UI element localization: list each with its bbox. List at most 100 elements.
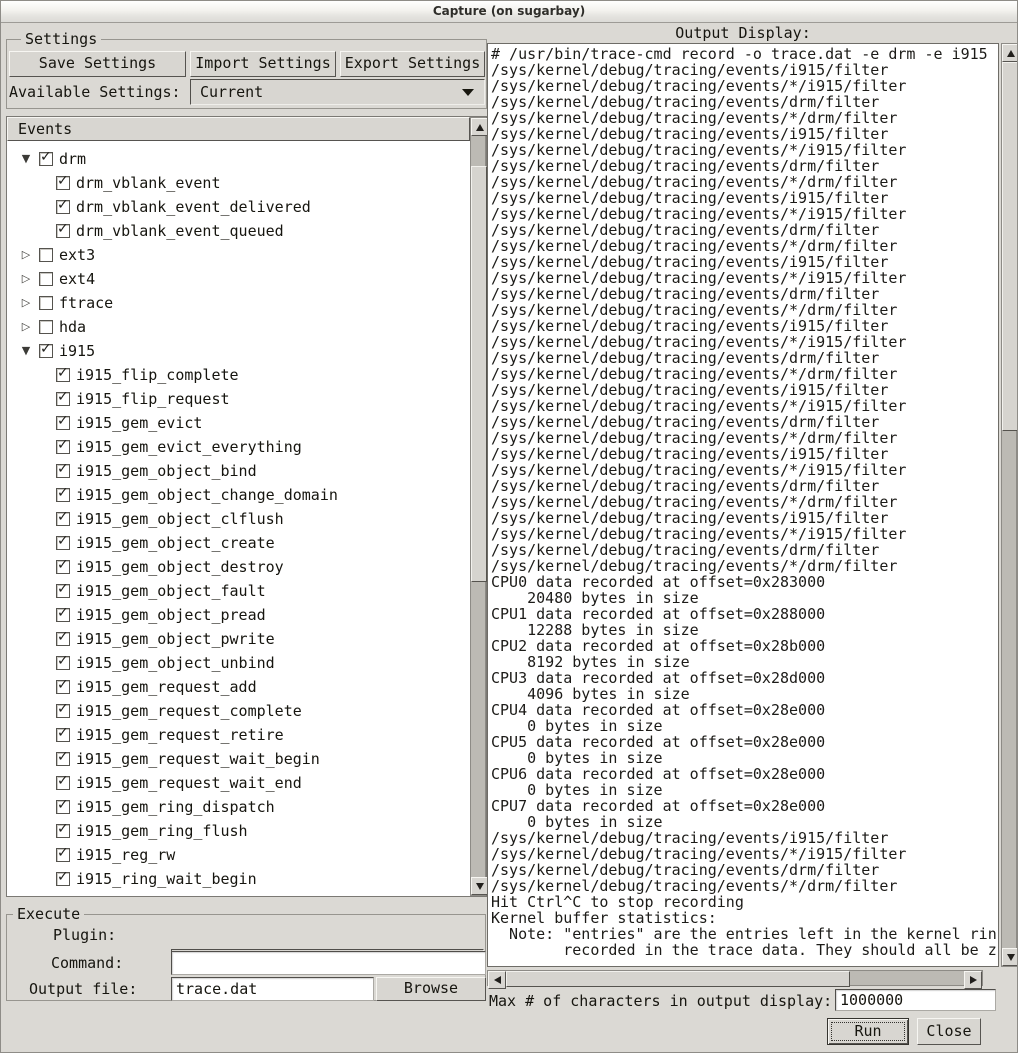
event-checkbox[interactable] [39,296,53,310]
check-icon: ✓ [57,846,69,860]
event-checkbox[interactable]: ✓ [56,464,70,478]
tree-row[interactable]: ✓i915_gem_request_add [7,675,470,699]
tree-row[interactable]: ✓i915_reg_rw [7,843,470,867]
tree-row[interactable]: ▷ext3 [7,243,470,267]
tree-row[interactable]: ✓i915_gem_request_wait_begin [7,747,470,771]
expander-closed-icon[interactable]: ▷ [19,248,33,262]
output-hscrollbar-thumb[interactable] [506,971,850,987]
event-checkbox[interactable]: ✓ [56,728,70,742]
events-column-header[interactable]: Events [7,117,470,141]
run-button[interactable]: Run [827,1018,909,1045]
close-button[interactable]: Close [917,1018,981,1045]
event-checkbox[interactable]: ✓ [56,440,70,454]
event-checkbox[interactable]: ✓ [56,776,70,790]
max-chars-input[interactable] [835,989,996,1011]
expander-closed-icon[interactable]: ▷ [19,320,33,334]
tree-row[interactable]: ✓i915_gem_object_bind [7,459,470,483]
event-checkbox[interactable]: ✓ [56,656,70,670]
event-checkbox[interactable] [39,248,53,262]
expander-open-icon[interactable]: ▼ [19,152,33,166]
tree-row[interactable]: ✓i915_flip_request [7,387,470,411]
event-checkbox[interactable]: ✓ [56,752,70,766]
event-checkbox[interactable]: ✓ [56,608,70,622]
output-vertical-scrollbar[interactable] [1001,43,1017,967]
event-checkbox[interactable]: ✓ [56,824,70,838]
tree-row[interactable]: ✓i915_gem_object_pwrite [7,627,470,651]
output-display[interactable]: # /usr/bin/trace-cmd record -o trace.dat… [487,43,999,967]
save-settings-button[interactable]: Save Settings [9,51,186,77]
event-checkbox[interactable]: ✓ [56,632,70,646]
events-vertical-scrollbar[interactable] [470,117,486,896]
event-checkbox[interactable]: ✓ [56,800,70,814]
tree-row[interactable]: ✓i915_ring_wait_begin [7,867,470,891]
tree-row[interactable]: ✓i915_gem_evict_everything [7,435,470,459]
event-checkbox[interactable]: ✓ [56,848,70,862]
tree-row[interactable]: ✓i915_gem_object_unbind [7,651,470,675]
event-checkbox[interactable]: ✓ [39,152,53,166]
tree-row[interactable]: ✓i915_gem_request_wait_end [7,771,470,795]
tree-row[interactable]: ▷hda [7,315,470,339]
command-input[interactable] [171,951,486,975]
check-icon: ✓ [57,702,69,716]
event-checkbox[interactable]: ✓ [56,392,70,406]
expander-closed-icon[interactable]: ▷ [19,296,33,310]
scroll-down-button[interactable] [1002,948,1018,966]
tree-row[interactable]: ✓i915_gem_object_destroy [7,555,470,579]
event-checkbox[interactable]: ✓ [56,584,70,598]
export-settings-button[interactable]: Export Settings [340,51,485,77]
title-bar[interactable]: Capture (on sugarbay) [1,1,1017,23]
event-checkbox[interactable]: ✓ [56,560,70,574]
event-checkbox[interactable]: ✓ [56,872,70,886]
output-vscrollbar-track[interactable] [1002,62,1016,948]
tree-row[interactable]: ✓i915_gem_object_create [7,531,470,555]
scroll-left-button[interactable] [488,971,506,989]
event-checkbox[interactable]: ✓ [56,224,70,238]
tree-row[interactable]: ✓i915_gem_object_fault [7,579,470,603]
event-checkbox[interactable]: ✓ [56,368,70,382]
event-checkbox[interactable]: ✓ [56,512,70,526]
event-label: i915_gem_ring_flush [76,822,248,840]
expander-closed-icon[interactable]: ▷ [19,272,33,286]
tree-row[interactable]: ▷ext4 [7,267,470,291]
output-vscrollbar-thumb[interactable] [1002,62,1018,431]
available-settings-combobox[interactable]: Current [190,79,485,105]
tree-row[interactable]: ✓i915_flip_complete [7,363,470,387]
event-checkbox[interactable] [39,272,53,286]
tree-row[interactable]: ✓i915_gem_request_complete [7,699,470,723]
import-settings-button[interactable]: Import Settings [190,51,336,77]
tree-row[interactable]: ✓i915_gem_object_pread [7,603,470,627]
event-checkbox[interactable]: ✓ [56,416,70,430]
tree-row[interactable]: ✓i915_gem_ring_dispatch [7,795,470,819]
event-checkbox[interactable]: ✓ [56,680,70,694]
tree-row[interactable]: ▼✓i915 [7,339,470,363]
event-checkbox[interactable]: ✓ [39,344,53,358]
event-checkbox[interactable]: ✓ [56,200,70,214]
event-checkbox[interactable] [39,320,53,334]
scroll-right-button[interactable] [964,971,982,989]
tree-row[interactable]: ✓i915_gem_object_clflush [7,507,470,531]
scroll-up-button[interactable] [1002,44,1018,62]
event-checkbox[interactable]: ✓ [56,176,70,190]
tree-row[interactable]: ✓i915_gem_request_retire [7,723,470,747]
plugin-label: Plugin: [53,926,116,944]
tree-row[interactable]: ✓drm_vblank_event_queued [7,219,470,243]
output-file-input[interactable] [171,977,374,1001]
events-scrollbar-thumb[interactable] [471,166,487,582]
output-horizontal-scrollbar[interactable] [487,970,983,986]
browse-button[interactable]: Browse [376,977,486,1001]
tree-row[interactable]: ▼✓drm [7,147,470,171]
tree-row[interactable]: ✓i915_gem_object_change_domain [7,483,470,507]
output-display-label: Output Display: [487,24,999,42]
events-scrollbar-track[interactable] [471,136,485,877]
tree-row[interactable]: ✓drm_vblank_event [7,171,470,195]
output-hscrollbar-track[interactable] [506,971,964,985]
event-checkbox[interactable]: ✓ [56,704,70,718]
event-checkbox[interactable]: ✓ [56,488,70,502]
tree-row[interactable]: ✓i915_gem_evict [7,411,470,435]
tree-row[interactable]: ✓drm_vblank_event_delivered [7,195,470,219]
tree-row[interactable]: ✓ i915_gem_ring_flush [7,819,470,843]
tree-row[interactable]: ▷ftrace [7,291,470,315]
event-checkbox[interactable]: ✓ [56,536,70,550]
expander-open-icon[interactable]: ▼ [19,344,33,358]
check-icon: ✓ [57,750,69,764]
